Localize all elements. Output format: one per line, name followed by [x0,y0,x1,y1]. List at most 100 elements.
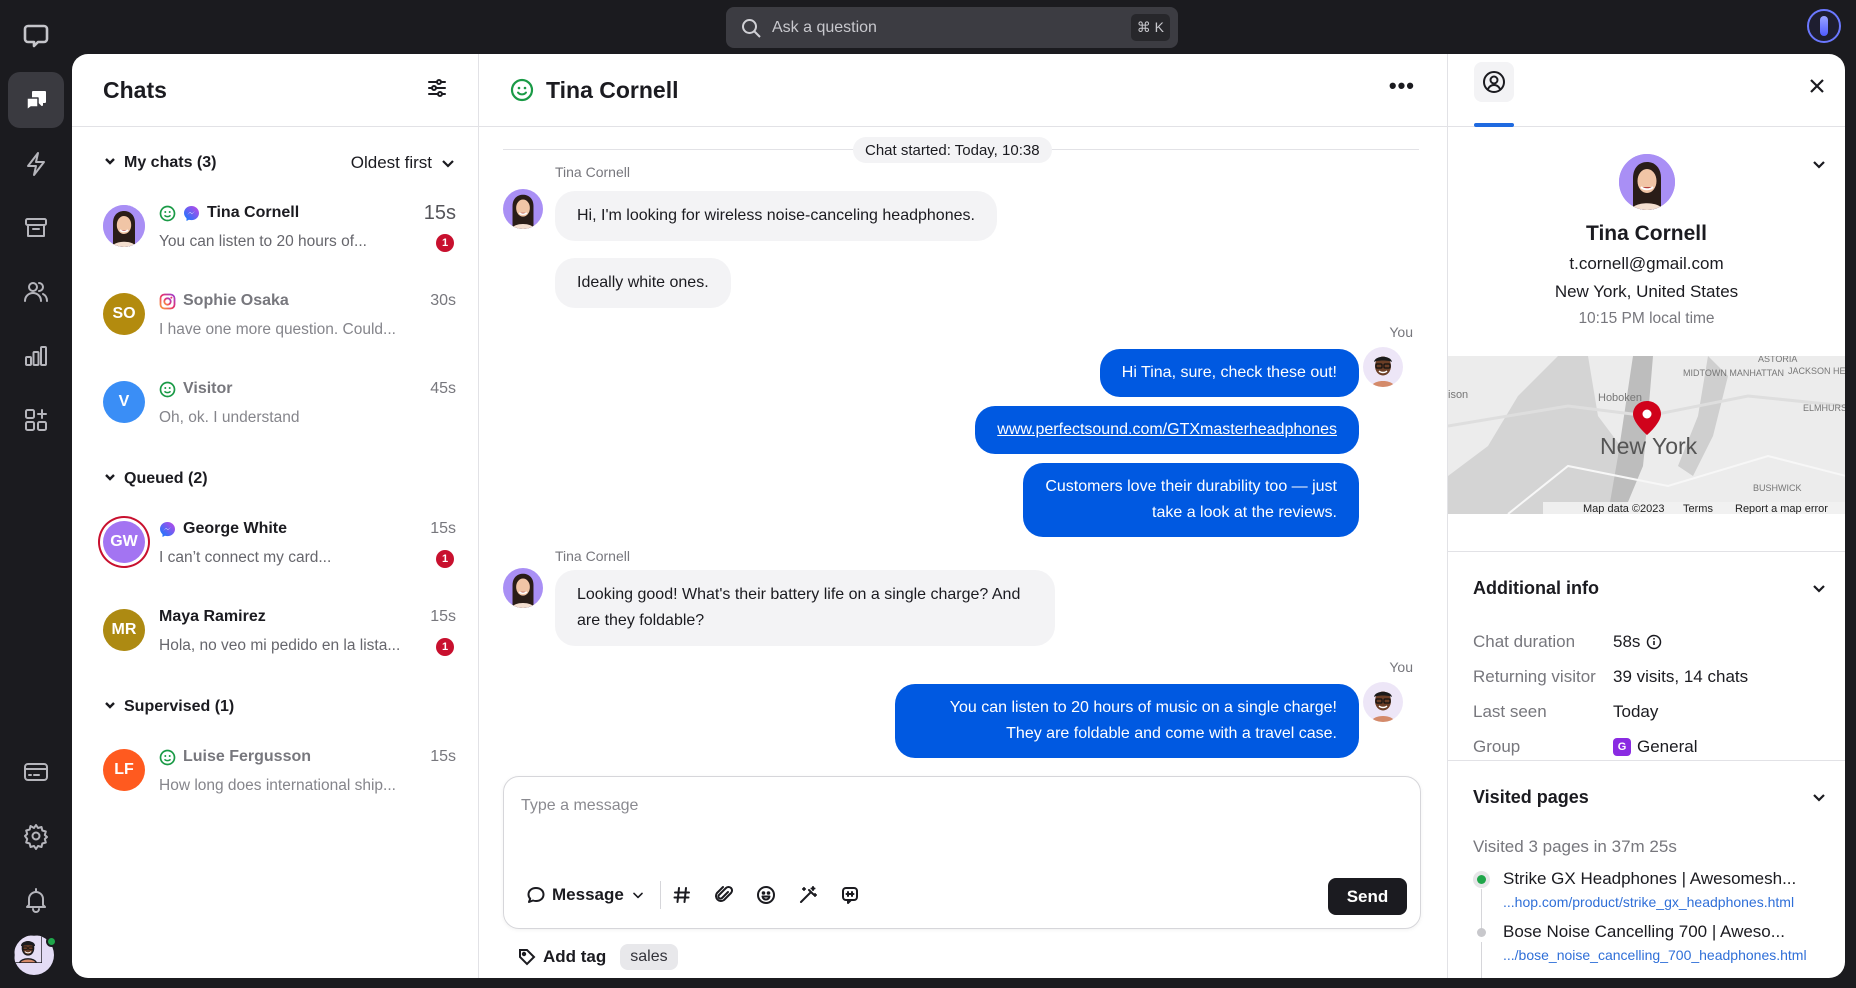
chat-sections: My chats (3) Oldest first Tina Cornell 15s Y… [72,149,478,823]
emoji-icon [756,886,775,904]
chat-list-item[interactable]: LF Luise Fergusson 15s How long does intern… [72,735,478,823]
close-icon [1810,79,1824,93]
map-label-astoria: ASTORIA [1758,356,1797,364]
customer-name: Tina Cornell [1586,222,1707,245]
chat-item-header: Visitor 45s [159,380,456,398]
visited-page-item[interactable]: Strike GX Headphones | Awesomesh... ...h… [1448,869,1845,935]
chat-list-item[interactable]: Tina Cornell 15s You can listen to 20 hour… [72,191,478,279]
chevron-down-icon [1813,585,1825,593]
agent-avatar [1363,347,1403,387]
map-report-link[interactable]: Report a map error [1735,503,1828,514]
chat-list-item[interactable]: SO Sophie Osaka 30s I have one more questio… [72,279,478,367]
visited-page-url[interactable]: ...hop.com/product/strike_gx_headphones.… [1503,894,1845,910]
paperclip-icon [714,885,733,902]
contact-name: Luise Fergusson [183,748,312,765]
customer-local-time: 10:15 PM local time [1578,310,1715,327]
visited-page-url[interactable]: .../bose_noise_cancelling_700_headphones… [1503,947,1845,963]
last-message: Hola, no veo mi pedido en la lista... [159,637,401,654]
location-map[interactable]: MIDTOWN MANHATTAN ASTORIA JACKSON HEIGHT… [1448,356,1845,514]
visited-page-item[interactable]: Bose Noise Cancelling 700 | Aweso... ...… [1448,922,1845,978]
info-value: 39 visits, 14 chats [1613,666,1749,686]
chevron-down-icon [442,160,454,168]
ai-assist-button[interactable] [787,885,829,905]
attach-file-button[interactable] [703,885,745,905]
nav-rail [0,0,72,988]
chevron-down-icon [105,158,115,165]
conversation-title: Tina Cornell [546,76,679,103]
map-label-midtown: MIDTOWN MANHATTAN [1683,368,1784,378]
settings-icon [24,824,48,850]
close-details-button[interactable] [1807,76,1827,101]
avatar-initials: SO [112,305,136,322]
info-row-returning-visitor: Returning visitor 39 visits, 14 chats [1448,659,1845,694]
more-options-button[interactable]: ••• [1389,75,1415,97]
smiley-icon [159,381,176,397]
chat-section-header[interactable]: My chats (3) Oldest first [72,149,478,177]
section-label: My chats (3) [124,154,217,171]
additional-info-header[interactable]: Additional info [1448,552,1845,624]
chat-list-item[interactable]: MR Maya Ramirez 15s Hola, no veo mi pedido … [72,595,478,683]
map-terms-link[interactable]: Terms [1683,503,1713,514]
rail-item-reports[interactable] [8,328,64,384]
rich-message-button[interactable] [829,885,871,905]
unread-badge: 1 [436,550,454,568]
tab-customer-profile[interactable] [1474,62,1514,102]
chat-list-item[interactable]: V Visitor 45s Oh, ok. I understand [72,367,478,455]
rail-item-automations[interactable] [8,136,64,192]
customers-icon [24,282,48,302]
logo-chat-icon [23,24,49,48]
visited-page-title: Bose Noise Cancelling 700 | Aweso... [1503,922,1785,941]
section-toggle[interactable]: My chats (3) [104,154,216,172]
message-link[interactable]: www.perfectsound.com/GTXmasterheadphones [997,421,1337,438]
tag-chip[interactable]: sales [620,944,678,970]
info-key: Group [1473,736,1521,756]
contact-name: Tina Cornell [207,204,300,221]
message-mode-dropdown[interactable]: Message [526,881,661,909]
rail-item-billing[interactable] [8,744,64,800]
copilot-button[interactable] [1807,9,1841,43]
rail-item-archives[interactable] [8,200,64,256]
message-mode-label: Message [552,885,624,904]
message-input[interactable]: Type a message [521,797,638,815]
avatar-initials: GW [110,533,138,550]
last-message: You can listen to 20 hours of... [159,233,367,250]
chevron-down-icon [633,892,643,899]
user-circle-icon [1483,71,1505,93]
smiley-channel [159,381,176,398]
chat-section-header[interactable]: Supervised (1) [72,693,478,721]
add-tag-button[interactable]: Add tag [517,947,606,967]
app-logo[interactable] [8,8,64,64]
filter-button[interactable] [426,77,448,104]
visited-page-title: Strike GX Headphones | Awesomesh... [1503,869,1797,888]
profile-collapse-button[interactable] [1811,156,1827,177]
info-icon[interactable] [1646,634,1662,650]
section-toggle[interactable]: Supervised (1) [104,698,234,716]
customer-email[interactable]: t.cornell@gmail.com [1448,254,1845,274]
visited-pages-header[interactable]: Visited pages [1448,761,1845,833]
rail-item-notifications[interactable] [8,872,64,928]
canned-responses-button[interactable] [661,885,703,905]
rail-item-customers[interactable] [8,264,64,320]
contact-avatar-image [103,205,145,247]
conversation-panel: Tina Cornell ••• Chat started: Today, 10… [479,54,1447,978]
rail-item-settings[interactable] [8,808,64,864]
chat-list-item[interactable]: GW George White 15s I can’t connect my card… [72,507,478,595]
reports-icon [25,346,47,366]
chat-time: 15s [430,520,456,537]
chevron-down-icon [105,702,115,709]
contact-avatar: SO [103,293,145,335]
sliders-icon [428,78,446,97]
rail-item-apps[interactable] [8,392,64,448]
copilot-icon [1820,16,1828,36]
emoji-button[interactable] [745,885,787,905]
unread-badge: 1 [436,234,454,252]
rail-item-chats[interactable] [8,72,64,128]
send-button[interactable]: Send [1328,878,1407,915]
sort-dropdown[interactable]: Oldest first [351,153,456,173]
chat-section-header[interactable]: Queued (2) [72,465,478,493]
chats-list-header: Chats [72,54,478,127]
section-toggle[interactable]: Queued (2) [104,470,208,488]
smiley-icon [159,749,176,765]
ask-search-bar[interactable]: Ask a question ⌘ K [726,7,1178,48]
last-message: Oh, ok. I understand [159,409,300,426]
